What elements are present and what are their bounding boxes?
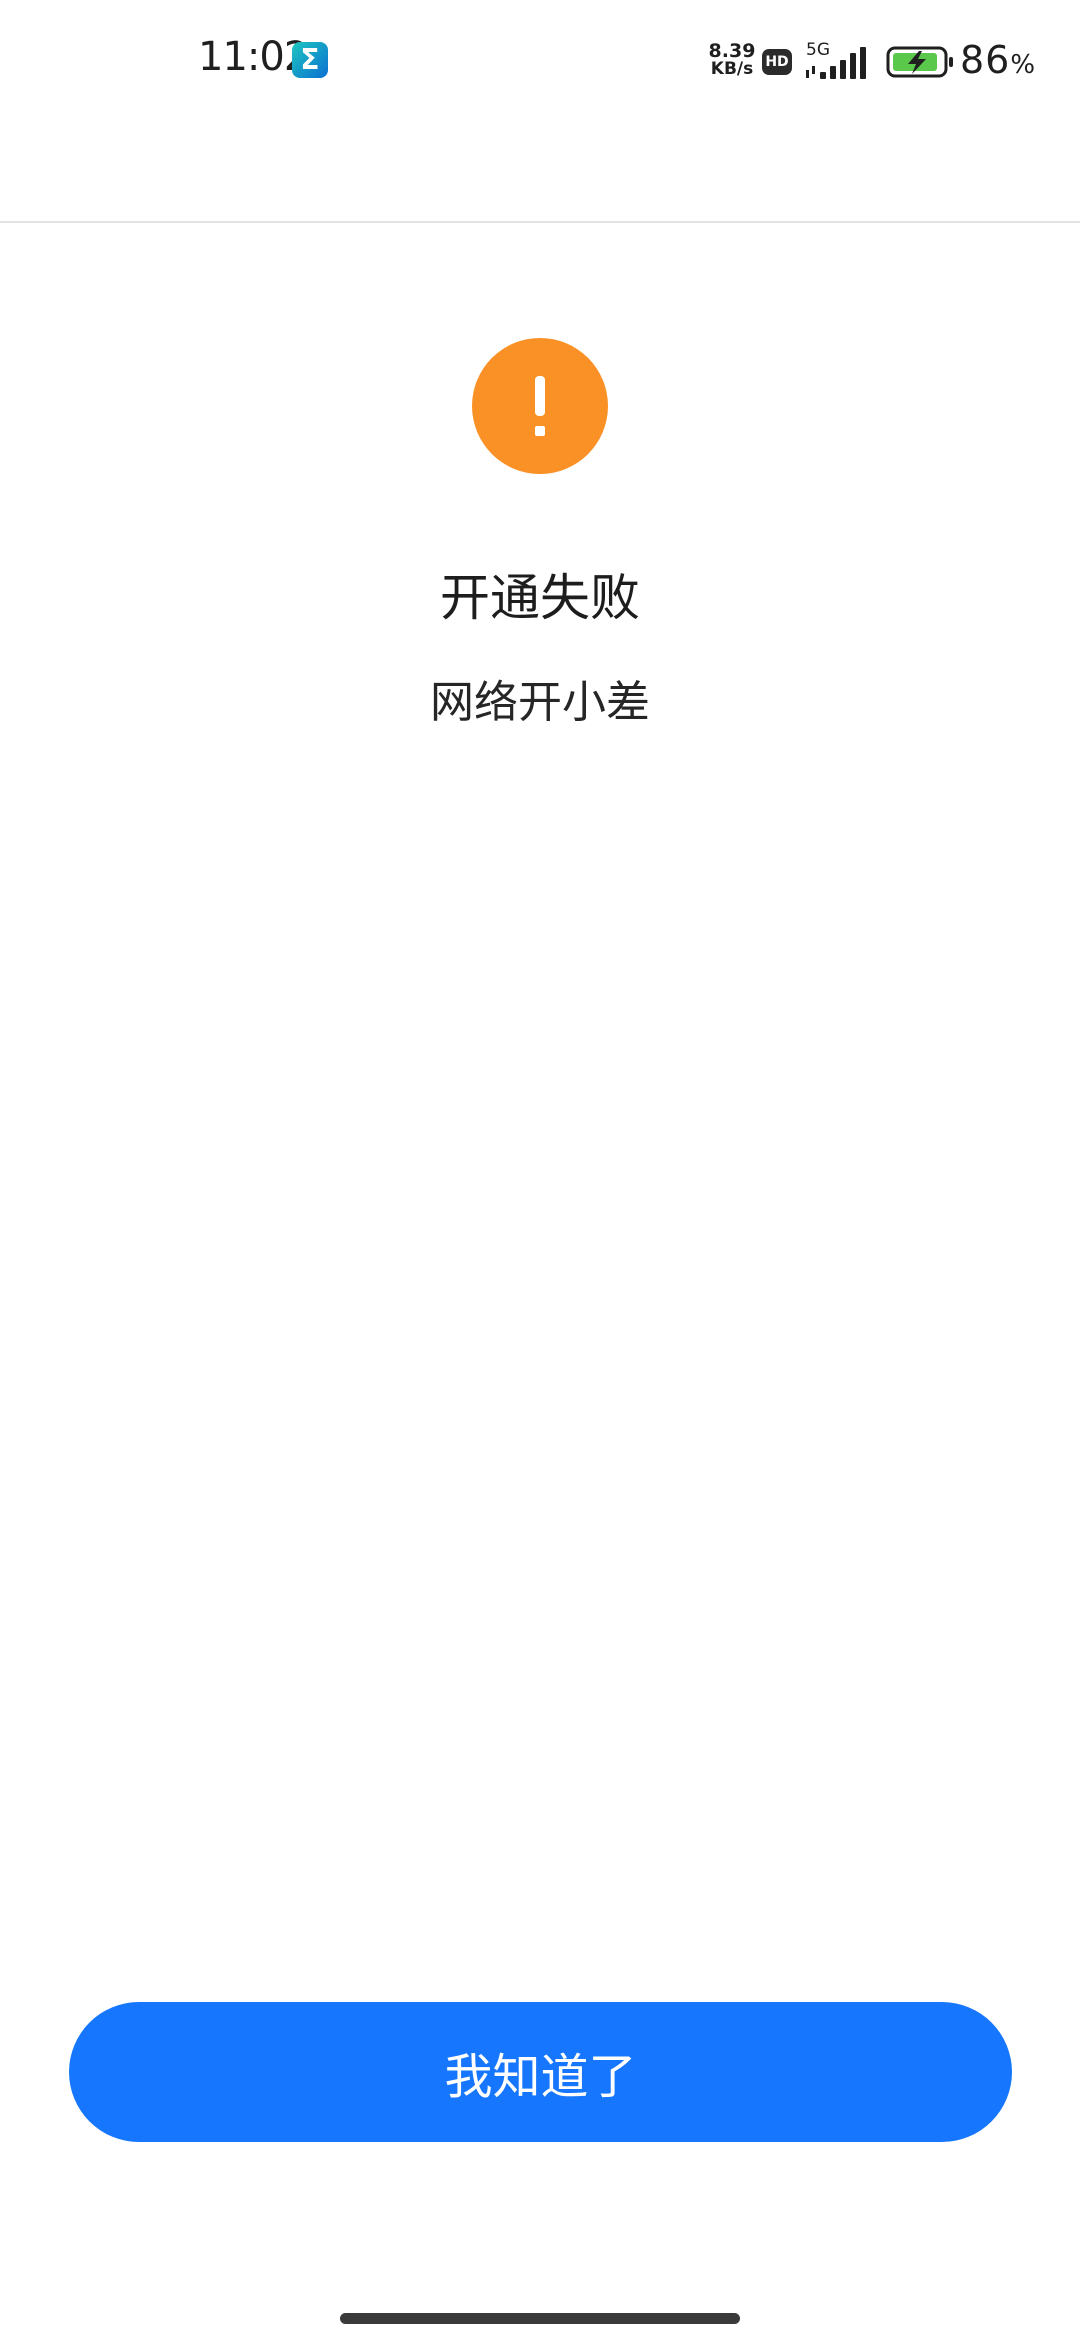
result-title: 开通失败: [440, 569, 640, 627]
home-indicator[interactable]: [340, 2313, 740, 2324]
battery-percentage-sign: %: [1010, 50, 1037, 80]
header-divider: [0, 221, 1080, 223]
screen: 11:02 Σ 8.39 KB/s HD 5G 86% 开通失败 网络开小差 我…: [0, 0, 1080, 2340]
app-notification-icon: Σ: [292, 42, 328, 78]
hd-badge: HD: [762, 49, 792, 75]
exclamation-bar: [535, 376, 545, 416]
result-description: 网络开小差: [430, 677, 650, 728]
signal-strength-icon: [806, 47, 866, 79]
network-speed-value: 8.39: [708, 40, 756, 62]
exclamation-icon: [472, 338, 608, 474]
battery-charging-icon: [886, 46, 953, 78]
battery-percentage: 86%: [960, 38, 1036, 82]
confirm-button[interactable]: 我知道了: [69, 2002, 1012, 2142]
network-speed-unit: KB/s: [710, 59, 754, 79]
network-speed: 8.39 KB/s: [704, 40, 760, 79]
status-bar: 11:02 Σ 8.39 KB/s HD 5G 86%: [0, 0, 1080, 122]
battery-percentage-value: 86: [960, 38, 1011, 82]
exclamation-dot: [535, 426, 545, 436]
